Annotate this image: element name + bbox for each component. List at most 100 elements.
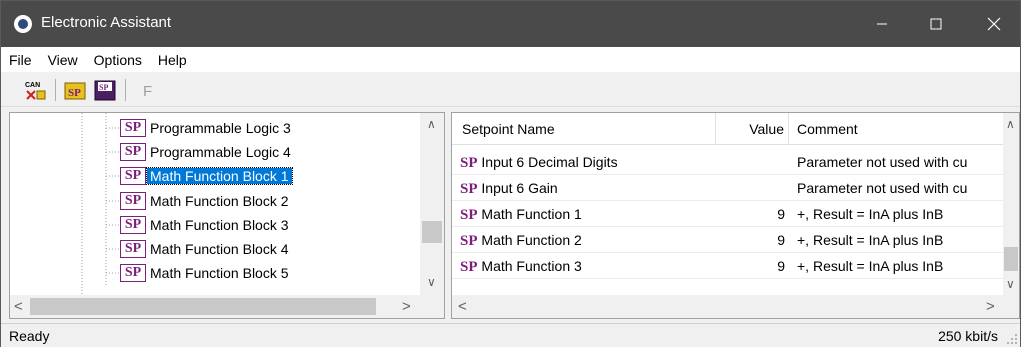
maximize-button[interactable] (913, 1, 959, 47)
resize-grip-icon[interactable] (1006, 333, 1018, 345)
tree-item[interactable]: SP Math Function Block 3 (10, 213, 430, 237)
sp-icon: SP (120, 216, 146, 234)
tree-item-label: Math Function Block 4 (150, 241, 289, 257)
setpoint-name-cell: SP Input 6 Decimal Digits (460, 149, 716, 175)
tree-item-label: Math Function Block 3 (150, 217, 289, 233)
tree-item-label: Math Function Block 2 (150, 193, 289, 209)
grid-header: Setpoint Name Value Comment (452, 113, 1019, 145)
tree-item-label: Math Function Block 5 (150, 265, 289, 281)
can-connect-button[interactable]: CAN (23, 79, 47, 101)
comment-cell: +, Result = InA plus InB (797, 232, 944, 248)
sp-icon: SP (460, 233, 478, 249)
menu-options[interactable]: Options (86, 52, 150, 68)
column-header-value[interactable]: Value (716, 113, 789, 145)
sp-disk-icon: SP (94, 80, 116, 101)
maximize-icon (930, 18, 942, 30)
value-cell: 9 (777, 206, 785, 222)
minimize-icon (877, 23, 887, 25)
toolbar: CAN SP SP F (1, 73, 1020, 107)
column-header-comment[interactable]: Comment (789, 113, 1019, 145)
sp-icon: SP (460, 155, 478, 171)
toolbar-separator (125, 79, 126, 101)
tree-item-selected[interactable]: SP Math Function Block 1 (10, 164, 430, 188)
setpoint-name: Math Function 1 (481, 206, 582, 222)
toolbar-separator (55, 79, 56, 101)
sp-folder-icon: SP (64, 82, 86, 100)
baud-rate-status: 250 kbit/s (938, 328, 998, 344)
scroll-up-icon[interactable]: ∧ (1006, 117, 1015, 131)
status-text: Ready (9, 328, 50, 344)
table-row[interactable]: SP Input 6 Gain Parameter not used with … (452, 175, 1019, 201)
scroll-up-icon[interactable]: ∧ (427, 117, 436, 131)
setpoint-name-cell: SP Math Function 2 (460, 227, 716, 253)
app-logo-icon (14, 15, 32, 33)
menu-bar: File View Options Help (1, 47, 1020, 72)
setpoint-name-cell: SP Math Function 3 (460, 253, 716, 279)
tree-item[interactable]: SP Programmable Logic 4 (10, 140, 430, 164)
grid-vertical-scrollbar[interactable]: ∧ ∨ (1003, 113, 1019, 295)
scroll-down-icon[interactable]: ∨ (1006, 277, 1015, 291)
tree-item-label: Programmable Logic 4 (150, 144, 291, 160)
scroll-down-icon[interactable]: ∨ (427, 275, 436, 289)
comment-cell: Parameter not used with cu (797, 154, 968, 170)
tree-item[interactable]: SP Math Function Block 2 (10, 189, 430, 213)
scroll-right-icon[interactable]: > (986, 298, 995, 315)
menu-view[interactable]: View (40, 52, 86, 68)
tree-item[interactable]: SP Programmable Logic 3 (10, 116, 430, 140)
scroll-thumb[interactable] (1004, 247, 1018, 271)
sp-open-button[interactable]: SP (63, 79, 87, 101)
scroll-thumb[interactable] (30, 298, 376, 315)
table-row[interactable]: SP Math Function 2 9 +, Result = InA plu… (452, 227, 1019, 253)
tree-item-label: Programmable Logic 3 (150, 120, 291, 136)
sp-icon: SP (460, 207, 478, 223)
sp-icon: SP (120, 119, 146, 137)
tree-horizontal-scrollbar[interactable]: < > (10, 295, 444, 318)
setpoint-name: Input 6 Decimal Digits (481, 154, 618, 170)
scroll-left-icon[interactable]: < (14, 298, 23, 315)
sp-icon: SP (120, 167, 146, 185)
setpoint-name-cell: SP Input 6 Gain (460, 175, 716, 201)
setpoint-grid[interactable]: Setpoint Name Value Comment SP Input 6 D… (451, 112, 1020, 319)
minimize-button[interactable] (859, 1, 905, 47)
sp-open-icon-label: SP (68, 87, 81, 99)
table-row[interactable]: SP Math Function 3 9 +, Result = InA plu… (452, 253, 1019, 279)
sp-icon: SP (120, 192, 146, 210)
setpoint-name-cell: SP Math Function 1 (460, 201, 716, 227)
column-header-setpoint-name[interactable]: Setpoint Name (452, 113, 716, 145)
comment-cell: Parameter not used with cu (797, 180, 968, 196)
scroll-thumb[interactable] (422, 221, 442, 243)
table-row[interactable]: SP Math Function 1 9 +, Result = InA plu… (452, 201, 1019, 227)
can-connect-icon: CAN (25, 82, 46, 100)
sp-icon: SP (460, 181, 478, 197)
grid-horizontal-scrollbar[interactable]: < > (452, 295, 1019, 318)
close-button[interactable] (971, 1, 1017, 47)
value-cell (716, 175, 785, 201)
can-icon-label: CAN (25, 82, 40, 89)
title-bar[interactable]: Electronic Assistant (1, 1, 1020, 47)
sp-icon: SP (460, 259, 478, 275)
value-cell: 9 (777, 258, 785, 274)
setpoint-name: Math Function 2 (481, 232, 582, 248)
sp-save-button[interactable]: SP (93, 79, 117, 101)
tree-item[interactable]: SP Math Function Block 5 (10, 261, 430, 285)
comment-cell: +, Result = InA plus InB (797, 258, 944, 274)
scroll-left-icon[interactable]: < (458, 298, 467, 315)
table-row[interactable]: SP Input 6 Decimal Digits Parameter not … (452, 149, 1019, 175)
menu-file[interactable]: File (1, 52, 40, 68)
menu-help[interactable]: Help (150, 52, 195, 68)
tree-item-label: Math Function Block 1 (146, 167, 293, 185)
tree-item[interactable]: SP Math Function Block 4 (10, 237, 430, 261)
setpoint-name: Math Function 3 (481, 258, 582, 274)
app-window: Electronic Assistant File View Options H… (0, 0, 1021, 347)
f-button[interactable]: F (137, 79, 161, 101)
scroll-right-icon[interactable]: > (402, 298, 411, 315)
f-icon-label: F (143, 83, 152, 100)
status-bar: Ready 250 kbit/s (1, 323, 1020, 347)
setpoint-tree[interactable]: SP Programmable Logic 3 SP Programmable … (9, 112, 445, 319)
sp-save-icon-label: SP (99, 83, 108, 92)
sp-icon: SP (120, 264, 146, 282)
value-cell: 9 (777, 232, 785, 248)
comment-cell: +, Result = InA plus InB (797, 206, 944, 222)
tree-vertical-scrollbar[interactable]: ∧ ∨ (420, 113, 444, 295)
sp-icon: SP (120, 240, 146, 258)
